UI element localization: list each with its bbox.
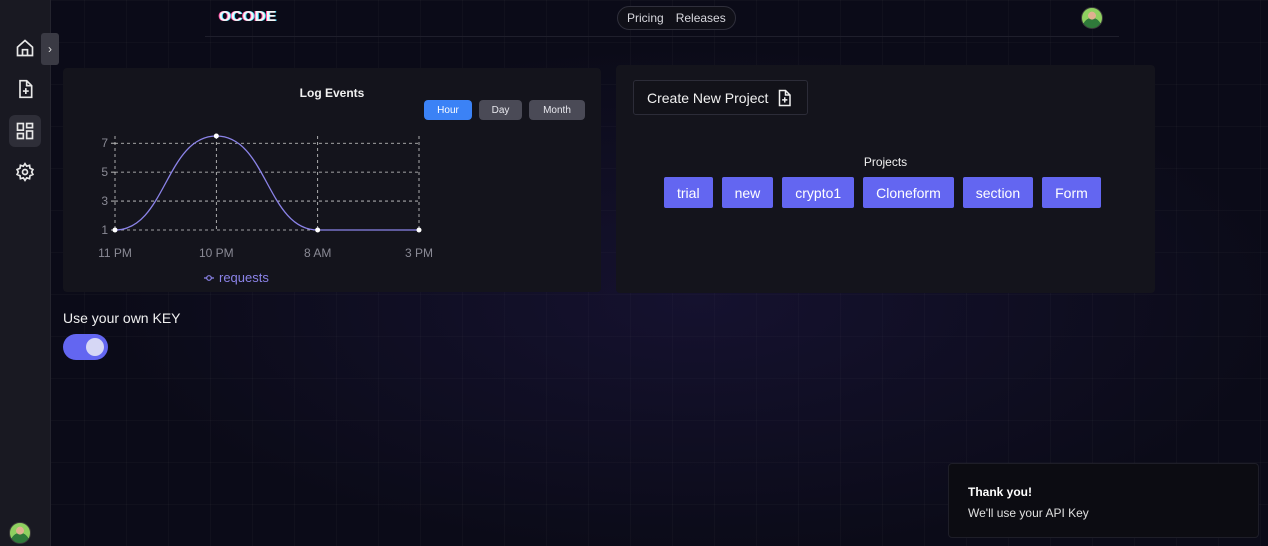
create-project-label: Create New Project xyxy=(647,89,769,106)
sidebar-item-settings[interactable] xyxy=(9,156,41,188)
projects-card: Create New Project Projects trial new cr… xyxy=(616,65,1155,293)
gear-icon xyxy=(15,162,35,182)
project-chip[interactable]: Cloneform xyxy=(863,177,954,208)
data-point xyxy=(213,133,219,139)
toast-notification: Thank you! We'll use your API Key xyxy=(948,463,1259,538)
log-events-card: Log Events Hour Day Month 1 3 5 7 11 PM 10 PM… xyxy=(63,68,601,292)
projects-heading: Projects xyxy=(863,155,908,169)
new-file-icon xyxy=(779,89,792,106)
y-tick-label: 5 xyxy=(101,165,108,179)
ocode-logo[interactable]: OCODE xyxy=(219,8,277,25)
x-tick-label: 10 PM xyxy=(199,246,234,260)
project-chip[interactable]: section xyxy=(962,177,1034,208)
data-point xyxy=(112,227,118,233)
project-list: trial new crypto1 Cloneform section Form xyxy=(664,177,1101,208)
own-key-toggle[interactable] xyxy=(63,334,108,360)
nav-pricing-link[interactable]: Pricing xyxy=(627,11,664,25)
profile-avatar[interactable] xyxy=(1081,7,1103,29)
toast-title: Thank you! xyxy=(968,485,1033,499)
create-project-button[interactable]: Create New Project xyxy=(633,80,808,115)
sidebar xyxy=(0,0,51,546)
y-tick-label: 3 xyxy=(101,194,108,208)
sidebar-item-home[interactable] xyxy=(9,32,41,64)
home-icon xyxy=(16,39,34,57)
data-point xyxy=(416,227,422,233)
user-avatar[interactable] xyxy=(9,522,31,544)
log-events-chart: 1 3 5 7 11 PM 10 PM 8 AM 3 PM requests xyxy=(98,133,433,285)
project-chip[interactable]: Form xyxy=(1042,177,1101,208)
project-chip[interactable]: crypto1 xyxy=(782,177,855,208)
data-point xyxy=(315,227,321,233)
toast-message: We'll use your API Key xyxy=(968,506,1089,520)
x-tick-label: 8 AM xyxy=(304,246,331,260)
series-line-requests xyxy=(114,135,419,231)
legend-marker xyxy=(206,275,212,281)
dashboard-icon xyxy=(16,122,34,140)
x-tick-label: 3 PM xyxy=(405,246,433,260)
sidebar-item-dashboard[interactable] xyxy=(9,115,41,147)
project-chip[interactable]: new xyxy=(721,177,774,208)
sidebar-item-new-file[interactable] xyxy=(9,73,41,105)
project-chip[interactable]: trial xyxy=(664,177,713,208)
nav-releases-link[interactable]: Releases xyxy=(676,11,726,25)
y-tick-label: 7 xyxy=(101,136,108,150)
top-header: OCODE Pricing Releases xyxy=(205,0,1119,37)
sidebar-toggle-button[interactable]: › xyxy=(41,33,59,65)
toggle-knob xyxy=(86,338,104,356)
y-tick-label: 1 xyxy=(101,223,108,237)
own-key-label: Use your own KEY xyxy=(63,310,181,326)
new-file-icon xyxy=(19,79,33,99)
x-tick-label: 11 PM xyxy=(98,246,132,260)
legend-label: requests xyxy=(219,270,269,285)
top-nav: Pricing Releases xyxy=(617,6,736,30)
